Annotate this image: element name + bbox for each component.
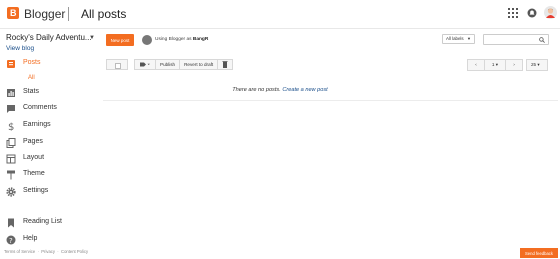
using-blogger-as-text: Using Blogger as BangR: [155, 37, 209, 42]
delete-button[interactable]: [218, 60, 232, 69]
search-icon: [539, 37, 545, 43]
pager: ‹ 1 ▾ ›: [467, 59, 523, 71]
sidebar-item-reading-list[interactable]: Reading List: [0, 216, 100, 230]
sidebar-item-posts[interactable]: Posts: [0, 57, 100, 71]
label-tag-icon: [140, 62, 150, 67]
svg-text:?: ?: [9, 237, 13, 245]
bookmark-icon: [8, 218, 14, 228]
dollar-icon: $: [8, 122, 14, 131]
select-all-checkbox[interactable]: [106, 59, 128, 70]
sidebar-item-label: Pages: [23, 138, 43, 145]
brand-name[interactable]: Blogger: [24, 7, 65, 21]
paint-roller-icon: [7, 170, 15, 180]
page-title: All posts: [81, 7, 127, 21]
header-divider: [68, 7, 69, 21]
view-blog-link[interactable]: View blog: [6, 45, 34, 52]
send-feedback-button[interactable]: Send feedback: [520, 248, 558, 258]
chevron-down-icon: ▼: [467, 36, 471, 41]
next-page-button[interactable]: ›: [506, 60, 522, 70]
revert-to-draft-button[interactable]: Revert to draft: [180, 60, 219, 69]
sidebar-item-label: Reading List: [23, 218, 62, 225]
posts-icon: [7, 60, 15, 68]
sidebar-sub-item-all[interactable]: All: [28, 75, 35, 81]
comments-icon: [7, 105, 15, 113]
sidebar-item-theme[interactable]: Theme: [0, 168, 100, 182]
blog-selector[interactable]: Rocky's Daily Adventu...: [6, 33, 92, 42]
trash-icon: [222, 61, 228, 68]
content-divider: [103, 100, 558, 101]
content-policy-link[interactable]: Content Policy: [61, 249, 88, 254]
post-actions-toolbar: Publish Revert to draft: [134, 59, 234, 70]
chevron-down-icon[interactable]: ▼: [89, 35, 95, 41]
previous-page-button[interactable]: ‹: [468, 60, 485, 70]
account-avatar-icon[interactable]: [544, 6, 557, 19]
terms-link[interactable]: Terms of Service: [4, 249, 35, 254]
sidebar-item-label: Earnings: [23, 121, 51, 128]
sidebar-item-help[interactable]: ? Help: [0, 233, 100, 247]
sidebar-item-label: Settings: [23, 187, 49, 194]
apps-grid-icon[interactable]: [508, 8, 518, 18]
notifications-icon[interactable]: [527, 8, 537, 18]
per-page-select[interactable]: 25 ▾: [526, 59, 548, 71]
search-input[interactable]: [483, 34, 549, 45]
checkbox-box: [115, 63, 121, 69]
sidebar-item-layout[interactable]: Layout: [0, 152, 100, 166]
empty-posts-message: There are no posts. Create a new post: [232, 87, 328, 93]
footer-links: Terms of Service · Privacy · Content Pol…: [4, 249, 89, 254]
help-icon: ?: [6, 235, 16, 245]
sidebar-item-earnings[interactable]: $ Earnings: [0, 119, 100, 133]
sidebar-item-label: Comments: [23, 104, 57, 111]
user-avatar: [142, 35, 152, 45]
sidebar-item-label: Layout: [23, 154, 45, 161]
page-number-select[interactable]: 1 ▾: [485, 60, 506, 70]
gear-icon: [6, 187, 16, 197]
sidebar-item-label: Stats: [23, 88, 39, 95]
pages-icon: [6, 138, 16, 148]
svg-text:$: $: [8, 122, 14, 131]
sidebar-item-settings[interactable]: Settings: [0, 185, 100, 199]
top-bar: B Blogger All posts: [0, 0, 560, 29]
sidebar-item-label: Theme: [23, 170, 45, 177]
blogger-logo-icon[interactable]: B: [7, 7, 19, 19]
user-name: BangR: [192, 37, 209, 42]
privacy-link[interactable]: Privacy: [41, 249, 55, 254]
new-post-button[interactable]: New post: [106, 34, 134, 46]
sidebar-item-label: Help: [23, 235, 38, 242]
sidebar-item-pages[interactable]: Pages: [0, 136, 100, 150]
layout-icon: [6, 154, 16, 164]
label-button[interactable]: [135, 60, 156, 69]
publish-button[interactable]: Publish: [156, 60, 181, 69]
stats-icon: [7, 89, 15, 97]
sidebar-item-stats[interactable]: Stats: [0, 86, 100, 100]
sidebar-item-label: Posts: [23, 59, 41, 66]
labels-dropdown[interactable]: All labels ▼: [442, 34, 475, 44]
sidebar-item-comments[interactable]: Comments: [0, 102, 100, 116]
create-new-post-link[interactable]: Create a new post: [282, 87, 327, 93]
